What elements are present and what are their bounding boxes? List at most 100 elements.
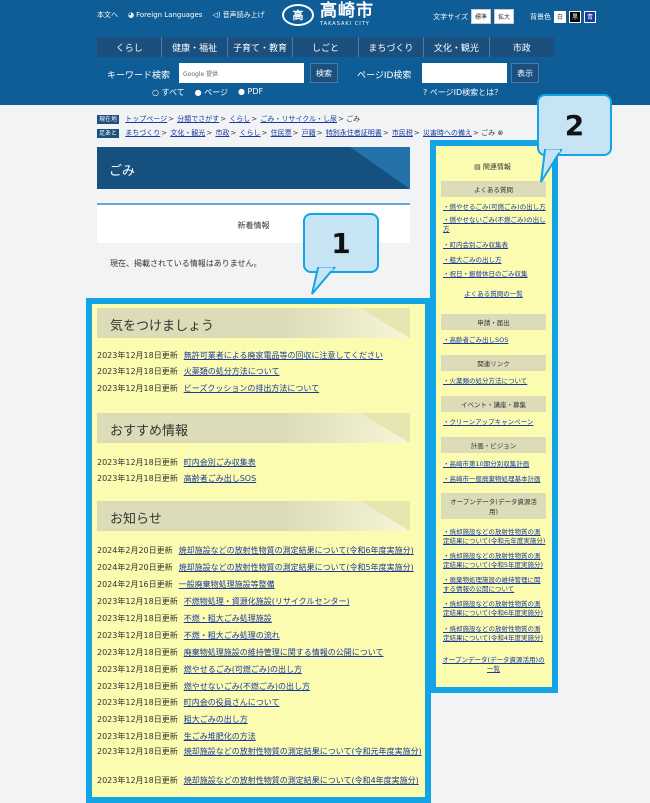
pageid-search-button[interactable]: 表示 [511, 63, 539, 83]
list-item: 2024年2月20日更新 焼却施設などの放射性物質の測定結果について(令和6年度実… [97, 546, 414, 555]
gnav-item-kurashi[interactable]: くらし [97, 37, 161, 57]
callout-2-tail [540, 149, 563, 183]
radio-all[interactable]: ○ すべて [152, 87, 185, 98]
font-size-label: 文字サイズ [433, 12, 468, 21]
history-link[interactable]: 住民票 [271, 129, 292, 137]
breadcrumb-current-page: ごみ [346, 115, 361, 123]
foreign-languages-link[interactable]: ◕ Foreign Languages [128, 11, 202, 19]
list-item: 2023年12月18日更新 ビーズクッションの排出方法について [97, 384, 320, 393]
list-item: 2023年12月18日更新 町内会の役員さんについて [97, 698, 280, 707]
pageid-help-link[interactable]: ? ページID検索とは？ [423, 87, 502, 98]
sidebar-link[interactable]: 燃やせるごみ(可燃ごみ)の出し方 [443, 203, 546, 212]
gnav-item-education[interactable]: 子育て・教育 [226, 37, 292, 57]
section-heading-caution: 気をつけましょう [97, 308, 410, 338]
voice-read-link[interactable]: ◁) 音声読み上げ [212, 10, 264, 20]
list-item: 2023年12月18日更新 町内会別ごみ収集表 [97, 458, 256, 467]
list-item: 2023年12月18日更新 不燃物処理・資源化施設(リサイクルセンター) [97, 597, 350, 606]
site-logo[interactable]: 高 高崎市 TAKASAKI CITY [282, 3, 374, 27]
city-emblem-icon: 高 [282, 4, 314, 26]
list-item: 2023年12月18日更新 焼却施設などの放射性物質の測定結果について(令和元年度… [97, 747, 422, 756]
sidebar-link[interactable]: 燃やせないごみ(不燃ごみ)の出し方 [443, 216, 546, 234]
list-item: 2023年12月18日更新 廃棄物処理施設の維持管理に関する情報の公開について [97, 648, 384, 657]
font-standard-button[interactable]: 標準 [470, 9, 491, 24]
breadcrumb-link[interactable]: ごみ・リサイクル・し尿 [260, 115, 337, 123]
list-item: 2023年12月18日更新 火薬類の処分方法について [97, 367, 280, 376]
list-item: 2023年12月18日更新 燃やせるごみ(可燃ごみ)の出し方 [97, 665, 302, 674]
sidebar-category-opendata: オープンデータ(データ資源活用) [441, 493, 546, 519]
logo-english: TAKASAKI CITY [320, 21, 370, 27]
site-header: 本文へ ◕ Foreign Languages ◁) 音声読み上げ 高 高崎市 TA… [0, 0, 650, 105]
bg-black-button[interactable]: 黒 [569, 10, 581, 23]
sidebar-link[interactable]: 高崎市一般廃棄物処理基本計画 [443, 475, 546, 484]
global-nav: くらし 健康・福祉 子育て・教育 しごと まちづくり 文化・観光 市政 [97, 37, 554, 57]
speaker-icon: ◁) [212, 11, 221, 19]
list-item: 2023年12月18日更新 無許可業者による廃家電品等の回収に注意してください [97, 351, 383, 360]
list-item: 2023年12月18日更新 生ごみ堆肥化の方法 [97, 732, 256, 741]
breadcrumb-link[interactable]: くらし [229, 115, 250, 123]
faq-more-link[interactable]: よくある質問の一覧 [441, 290, 546, 299]
sidebar-link[interactable]: 高崎市第10期分別収集計画 [443, 460, 546, 469]
keyword-search-input[interactable]: Google 提供 [179, 63, 304, 83]
breadcrumb-current: 現在地 トップページ> 分類でさがす> くらし> ごみ・リサイクル・し尿> ごみ [97, 115, 361, 124]
sidebar-link[interactable]: 焼却施設などの放射性物質の測定結果について(令和4年度実施分) [443, 625, 546, 643]
sidebar-category-faq: よくある質問 [441, 181, 546, 197]
list-item: 2024年2月20日更新 焼却施設などの放射性物質の測定結果について(令和5年度実… [97, 563, 414, 572]
font-large-button[interactable]: 拡大 [493, 9, 514, 24]
history-link[interactable]: まちづくり [125, 129, 160, 137]
sidebar-link[interactable]: 祝日・振替休日のごみ収集 [443, 270, 546, 279]
bg-color-label: 背景色 [530, 12, 551, 21]
no-info-text: 現在、掲載されている情報はありません。 [110, 259, 262, 268]
list-item: 2023年12月18日更新 高齢者ごみ出しSOS [97, 474, 257, 483]
list-item: 2023年12月18日更新 燃やせないごみ(不燃ごみ)の出し方 [97, 682, 310, 691]
sidebar-link[interactable]: クリーンアップキャンペーン [443, 418, 546, 427]
skip-link[interactable]: 本文へ [97, 10, 118, 20]
breadcrumb-link[interactable]: 分類でさがす [177, 115, 219, 123]
history-link[interactable]: 特別永住者証明書 [326, 129, 382, 137]
gnav-item-government[interactable]: 市政 [488, 37, 554, 57]
history-link[interactable]: 市政 [215, 129, 229, 137]
list-item: 2023年12月18日更新 不燃・粗大ごみ処理施設 [97, 614, 272, 623]
sidebar-category-event: イベント・講座・募集 [441, 396, 546, 412]
pageid-search-input[interactable] [422, 63, 507, 83]
history-link[interactable]: 災害時への備え [423, 129, 472, 137]
bg-blue-button[interactable]: 青 [584, 10, 596, 23]
pageid-search-label: ページID検索 [357, 71, 412, 81]
history-link[interactable]: 市民税 [392, 129, 413, 137]
sidebar-link[interactable]: 廃棄物処理施設の維持管理に関する情報の公開について [443, 576, 546, 594]
history-link[interactable]: 文化・観光 [170, 129, 205, 137]
sidebar-link[interactable]: 焼却施設などの放射性物質の測定結果について(令和6年度実施分) [443, 600, 546, 618]
history-link[interactable]: くらし [240, 129, 261, 137]
history-link[interactable]: 戸籍 [302, 129, 316, 137]
sidebar-link[interactable]: 焼却施設などの放射性物質の測定結果について(令和5年度実施分) [443, 552, 546, 570]
sidebar-heading: ▤ 関連情報 [474, 163, 511, 171]
breadcrumb-tag: 現在地 [97, 115, 120, 124]
section-heading-recommended: おすすめ情報 [97, 413, 410, 443]
keyword-search-button[interactable]: 検索 [310, 63, 338, 83]
gnav-item-health[interactable]: 健康・福祉 [161, 37, 226, 57]
callout-1-tail [311, 267, 337, 295]
clear-history-icon[interactable]: ⊗ [497, 129, 503, 137]
list-item: 2023年12月18日更新 不燃・粗大ごみ処理の流れ [97, 631, 280, 640]
breadcrumb-link[interactable]: トップページ [125, 115, 167, 123]
sidebar-link[interactable]: 焼却施設などの放射性物質の測定結果について(令和元年度実施分) [443, 528, 546, 546]
sidebar-link[interactable]: 粗大ごみの出し方 [443, 256, 546, 265]
keyword-search-label: キーワード検索 [107, 71, 171, 81]
radio-pdf[interactable]: ● PDF [238, 87, 263, 98]
breadcrumb-history: 足あと まちづくり> 文化・観光> 市政> くらし> 住民票> 戸籍> 特別永住… [97, 129, 504, 138]
breadcrumb-tag: 足あと [97, 129, 120, 138]
top-bar: 本文へ ◕ Foreign Languages ◁) 音声読み上げ 高 高崎市 TA… [0, 0, 650, 30]
gnav-item-culture[interactable]: 文化・観光 [423, 37, 488, 57]
bg-white-button[interactable]: 白 [554, 10, 566, 23]
sidebar-link[interactable]: 町内会別ごみ収集表 [443, 241, 546, 250]
sidebar-link[interactable]: 高齢者ごみ出しSOS [443, 336, 546, 345]
radio-page[interactable]: ● ページ [195, 87, 228, 98]
opendata-more-link[interactable]: オープンデータ(データ資源活用)の一覧 [441, 656, 546, 674]
section-heading-notices: お知らせ [97, 501, 410, 531]
list-item: 2023年12月18日更新 焼却施設などの放射性物質の測定結果について(令和4年度… [97, 776, 419, 785]
sidebar-category-links: 関連リンク [441, 355, 546, 371]
sidebar-link[interactable]: 火薬類の処分方法について [443, 377, 546, 386]
gnav-item-work[interactable]: しごと [292, 37, 357, 57]
gnav-item-town[interactable]: まちづくり [357, 37, 423, 57]
logo-name: 高崎市 [320, 1, 374, 21]
sidebar-category-apply: 申請・届出 [441, 314, 546, 330]
